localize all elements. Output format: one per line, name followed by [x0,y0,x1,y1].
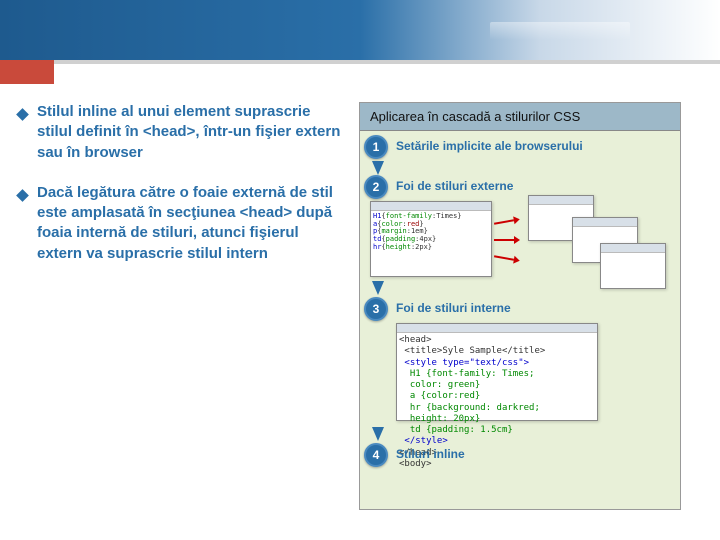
slide-header [0,0,720,60]
bullet-icon [16,108,29,121]
step-label-2: Foi de stiluri externe [396,179,513,193]
bullet-list: Stilul inline al unui element suprascrie… [18,102,343,510]
arrow-down-icon [372,281,384,295]
code-window: H1{font-family:Times}a{color:red}p{margi… [370,201,492,277]
step-label-1: Setările implicite ale browserului [396,139,583,153]
step-number-1: 1 [364,135,388,159]
arrow-down-icon [372,427,384,441]
step-number-2: 2 [364,175,388,199]
red-arrow-icon [494,219,514,224]
bullet-text-1: Stilul inline al unui element suprascrie… [37,102,343,163]
header-stripe [0,60,720,84]
step-number-3: 3 [364,297,388,321]
code-window: <head> <title>Syle Sample</title> <style… [396,323,598,421]
diagram-panel: Aplicarea în cascadă a stilurilor CSS 1 … [359,102,681,510]
bullet-text-2: Dacă legătura către o foaie externă de s… [37,183,343,264]
browser-window [600,243,666,289]
step-label-4: Stiluri inline [396,447,465,461]
red-arrow-icon [494,239,514,241]
bullet-icon [16,189,29,202]
arrow-down-icon [372,161,384,175]
red-arrow-icon [494,255,514,260]
diagram-title: Aplicarea în cascadă a stilurilor CSS [360,103,680,131]
step-number-4: 4 [364,443,388,467]
step-label-3: Foi de stiluri interne [396,301,511,315]
